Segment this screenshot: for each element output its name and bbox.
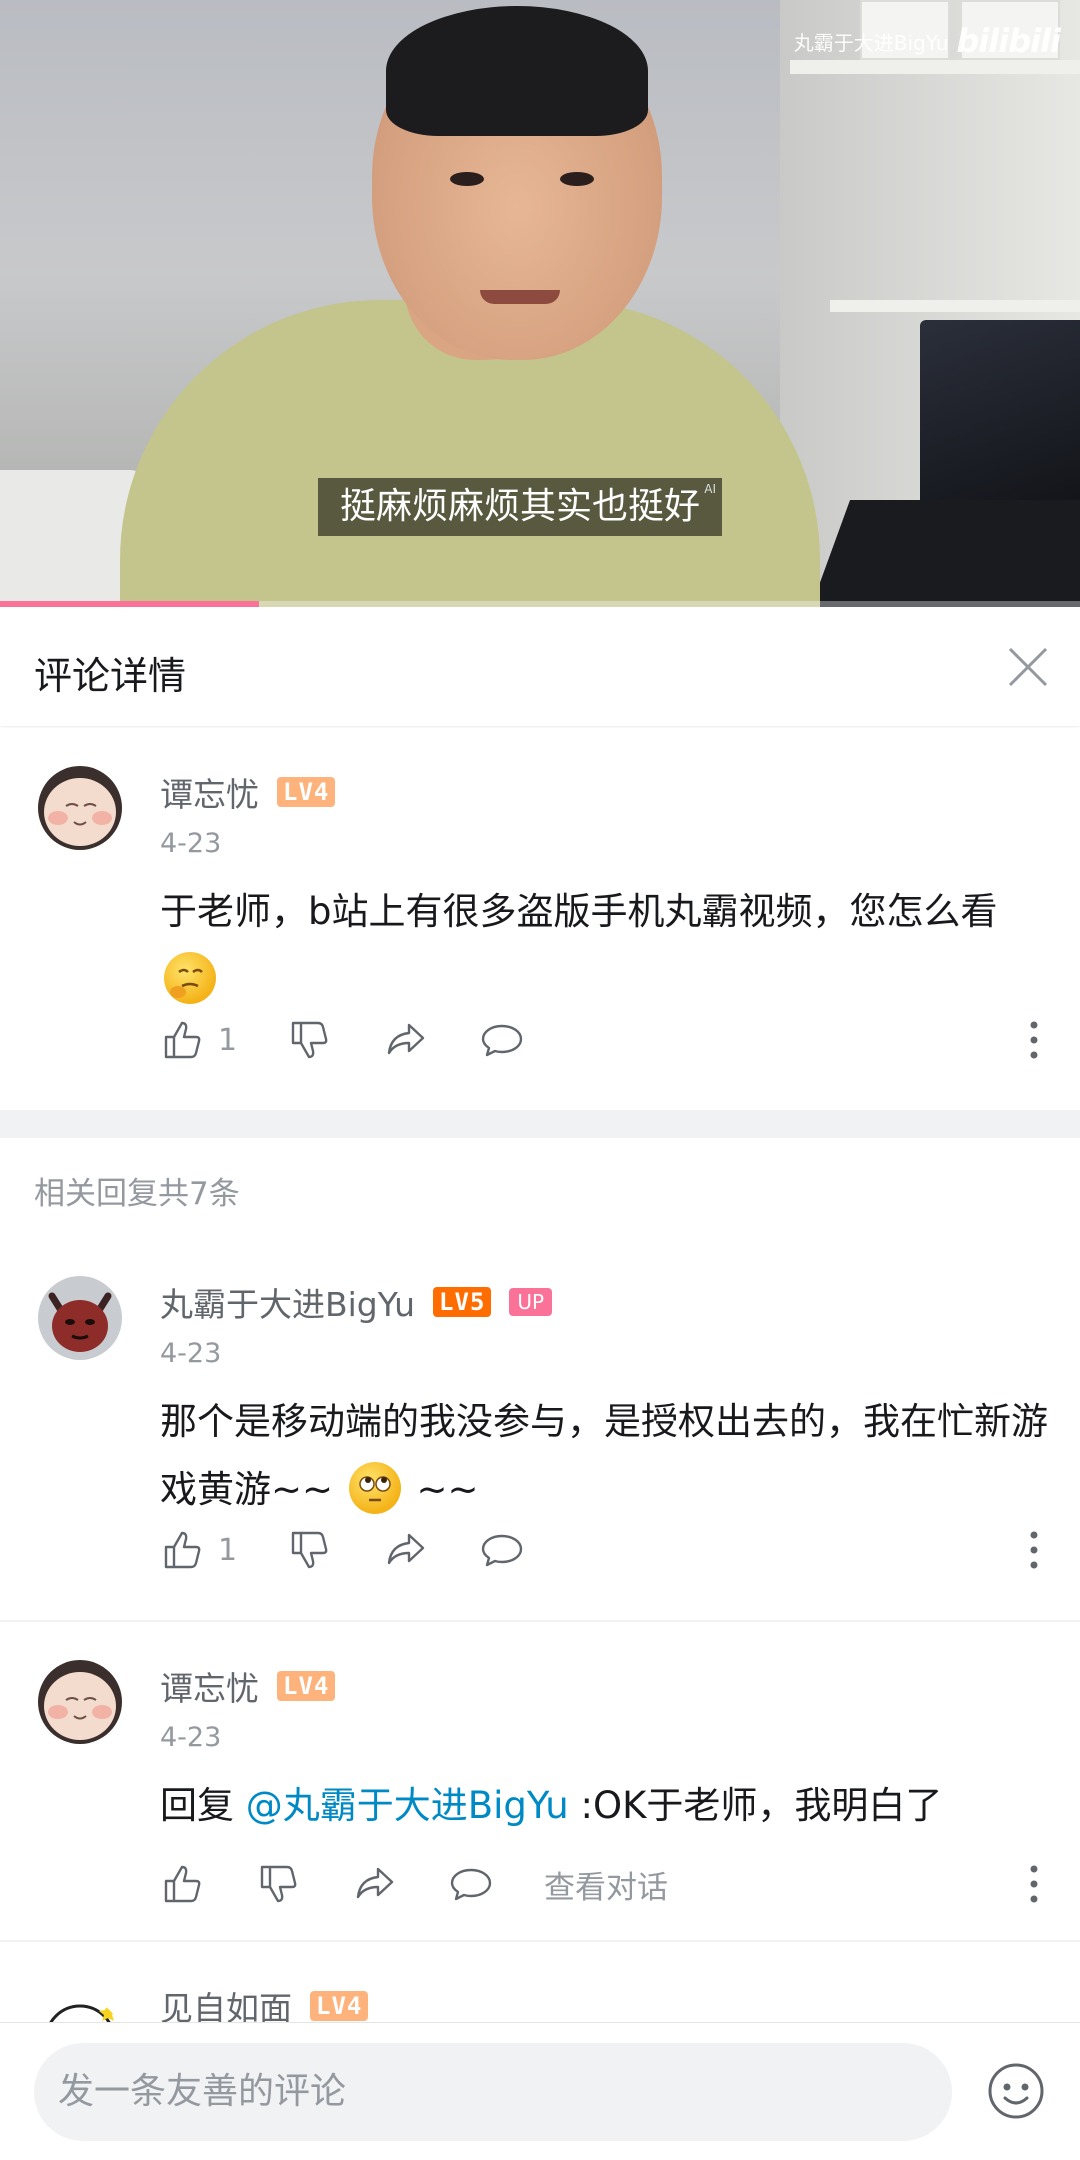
section-divider: [0, 1110, 1080, 1138]
avatar[interactable]: [38, 1276, 122, 1360]
close-icon: [1008, 647, 1048, 687]
close-button[interactable]: [998, 637, 1058, 697]
level-badge: LV4: [277, 777, 336, 807]
emoji-smile-icon: [988, 2063, 1044, 2119]
comment-input[interactable]: 发一条友善的评论: [34, 2043, 952, 2141]
more-options-icon[interactable]: [1028, 1527, 1040, 1573]
comment-content: 于老师，b站上有很多盗版手机丸霸视频，您怎么看: [160, 878, 1050, 1014]
thumb-down-icon: [291, 1021, 328, 1059]
video-subtitle: 挺麻烦麻烦其实也挺好 AI: [318, 478, 723, 536]
subtitle-text: 挺麻烦麻烦其实也挺好: [340, 486, 701, 527]
comment-date: 4-23: [160, 1722, 222, 1753]
comment-text-tail: ~~: [416, 1468, 479, 1511]
watermark-uploader: 丸霸于大进BigYu: [793, 30, 949, 55]
thumb-down-icon: [260, 1865, 297, 1903]
share-button[interactable]: [352, 1861, 398, 1907]
reply-item: 见自如面 LV4: [0, 1942, 1080, 2022]
reply-item: 谭忘忧 LV4 4-23 回复 @丸霸于大进BigYu :OK于老师，我明白了 …: [0, 1622, 1080, 1940]
video-person-hair: [386, 6, 648, 136]
video-scene-keyboard: [810, 500, 1080, 607]
like-count: 1: [218, 1532, 238, 1568]
dislike-button[interactable]: [256, 1861, 302, 1907]
cat-avatar-icon: [38, 1660, 122, 1744]
comment-actions: 1: [160, 1012, 575, 1068]
video-person-eye: [560, 172, 594, 186]
video-watermark: 丸霸于大进BigYu bilibili: [793, 22, 1061, 60]
avatar[interactable]: [38, 1660, 122, 1744]
thumb-up-icon: [164, 1865, 201, 1903]
share-button[interactable]: [383, 1527, 429, 1573]
video-player[interactable]: 丸霸于大进BigYu bilibili 挺麻烦麻烦其实也挺好 AI: [0, 0, 1080, 607]
panel-title: 评论详情: [34, 654, 187, 698]
mention-link[interactable]: @丸霸于大进BigYu: [246, 1784, 569, 1827]
comment-detail-header: 评论详情: [0, 607, 1080, 727]
comment-bubble-icon: [481, 1024, 523, 1057]
share-icon: [387, 1023, 425, 1055]
dislike-button[interactable]: [287, 1017, 333, 1063]
video-scene-shelf: [830, 300, 1080, 312]
comment-bubble-icon: [450, 1868, 492, 1901]
username-text[interactable]: 见自如面: [160, 1982, 292, 2022]
dislike-button[interactable]: [287, 1527, 333, 1573]
comment-date: 4-23: [160, 1338, 222, 1369]
comment-text: 于老师，b站上有很多盗版手机丸霸视频，您怎么看: [160, 890, 998, 933]
video-person-eye: [450, 172, 484, 186]
devil-avatar-icon: [38, 1276, 122, 1360]
like-count: 1: [218, 1022, 238, 1058]
video-scene-shelf: [790, 60, 1080, 74]
level-badge: LV4: [277, 1671, 336, 1701]
subtitle-ai-tag: AI: [704, 482, 717, 496]
cartoon-face-avatar-icon: [38, 1998, 122, 2022]
bilibili-logo: bilibili: [956, 22, 1061, 60]
comment-actions: 查看对话: [160, 1856, 668, 1912]
share-icon: [387, 1533, 425, 1565]
username-text[interactable]: 谭忘忧: [160, 768, 259, 816]
comment-content: 那个是移动端的我没参与，是授权出去的，我在忙新游戏黄游~~ ~~: [160, 1388, 1050, 1524]
like-button[interactable]: 1: [160, 1527, 237, 1573]
reply-count-label: 相关回复共7条: [34, 1176, 240, 1212]
comment-actions: 1: [160, 1522, 575, 1578]
comment-username[interactable]: 丸霸于大进BigYu LV5 UP: [160, 1278, 553, 1326]
avatar[interactable]: [38, 1998, 122, 2022]
comment-username[interactable]: 见自如面 LV4: [160, 1982, 369, 2022]
username-text[interactable]: 丸霸于大进BigYu: [160, 1278, 415, 1326]
level-badge: LV5: [433, 1287, 492, 1317]
emoji-button[interactable]: [986, 2061, 1046, 2121]
comment-input-bar: 发一条友善的评论: [0, 2022, 1080, 2160]
view-conversation-link[interactable]: 查看对话: [544, 1862, 668, 1907]
thumb-down-icon: [291, 1531, 328, 1569]
more-options-icon[interactable]: [1028, 1017, 1040, 1063]
reply-button[interactable]: [448, 1861, 494, 1907]
level-badge: LV4: [310, 1991, 369, 2021]
reply-prefix: 回复: [160, 1784, 246, 1827]
reply-button[interactable]: [479, 1527, 525, 1573]
reply-button[interactable]: [479, 1017, 525, 1063]
comment-username[interactable]: 谭忘忧 LV4: [160, 1662, 336, 1710]
reply-item: 丸霸于大进BigYu LV5 UP 4-23 那个是移动端的我没参与，是授权出去…: [0, 1238, 1080, 1620]
share-button[interactable]: [383, 1017, 429, 1063]
video-person-mouth: [480, 290, 560, 304]
thumb-up-icon: [164, 1021, 201, 1059]
like-button[interactable]: [160, 1861, 206, 1907]
username-text[interactable]: 谭忘忧: [160, 1662, 259, 1710]
comment-text: :OK于老师，我明白了: [568, 1784, 943, 1827]
up-badge: UP: [509, 1288, 553, 1316]
thinking-face-emoji-icon: [164, 952, 216, 1004]
like-button[interactable]: 1: [160, 1017, 237, 1063]
share-icon: [356, 1867, 394, 1899]
more-options-icon[interactable]: [1028, 1861, 1040, 1907]
main-comment: 谭忘忧 LV4 4-23 于老师，b站上有很多盗版手机丸霸视频，您怎么看 1: [0, 728, 1080, 1110]
comment-username[interactable]: 谭忘忧 LV4: [160, 768, 336, 816]
avatar[interactable]: [38, 766, 122, 850]
comment-bubble-icon: [481, 1534, 523, 1567]
rolling-eyes-emoji-icon: [348, 1462, 401, 1514]
comment-text: 那个是移动端的我没参与，是授权出去的，我在忙新游戏黄游~~: [160, 1400, 1048, 1511]
comment-date: 4-23: [160, 828, 222, 859]
cat-avatar-icon: [38, 766, 122, 850]
thumb-up-icon: [164, 1531, 201, 1569]
comment-content: 回复 @丸霸于大进BigYu :OK于老师，我明白了: [160, 1772, 1050, 1840]
